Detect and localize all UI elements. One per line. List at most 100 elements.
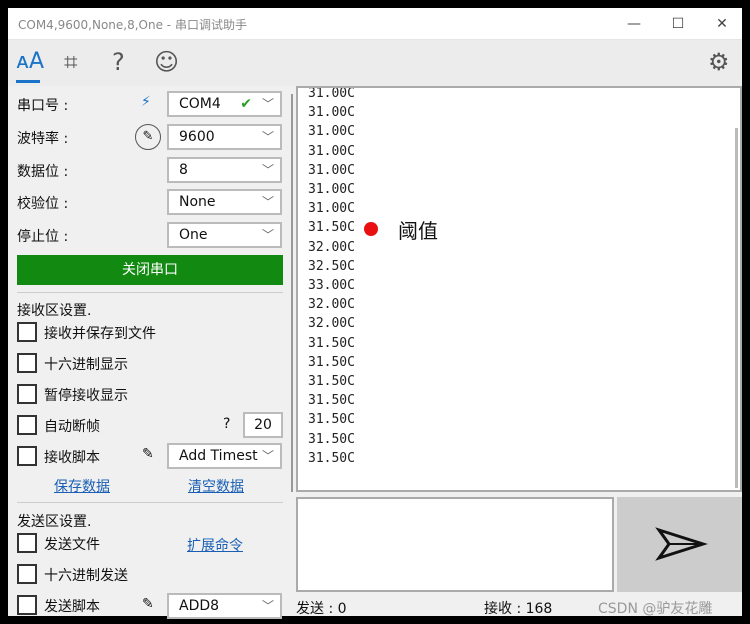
- chevron-down-icon: ﹀: [261, 228, 274, 242]
- receive-line: 31.50C: [308, 220, 355, 236]
- receive-line: 31.00C: [308, 86, 355, 101]
- receive-script-checkbox[interactable]: [17, 446, 37, 466]
- send-file-label: 发送文件: [44, 537, 100, 553]
- hex-display-checkbox[interactable]: [17, 353, 37, 373]
- send-file-checkbox[interactable]: [17, 533, 37, 553]
- receive-line: 31.00C: [308, 105, 355, 121]
- send-script-label: 发送脚本: [44, 599, 100, 615]
- receive-line: 32.00C: [308, 316, 355, 332]
- port-label: 串口号 :: [17, 98, 69, 114]
- chevron-down-icon: ﹀: [261, 163, 274, 177]
- stopbits-label: 停止位 :: [17, 229, 69, 245]
- receive-line: 31.00C: [308, 143, 355, 159]
- send-script-checkbox[interactable]: [17, 595, 37, 615]
- stopbits-select[interactable]: One ﹀: [167, 222, 282, 248]
- receive-line: 32.50C: [308, 258, 355, 274]
- stopbits-value: One: [179, 227, 208, 243]
- auto-frame-input[interactable]: 20: [243, 412, 283, 438]
- baud-select[interactable]: 9600 ﹀: [167, 124, 282, 150]
- close-window-button[interactable]: ✕: [702, 12, 742, 36]
- receive-line: 31.50C: [308, 431, 355, 447]
- hex-display-label: 十六进制显示: [44, 357, 128, 373]
- receive-area[interactable]: 31.00C 31.00C 31.00C 31.00C 31.00C 31.00C 31.0…: [296, 86, 742, 492]
- sent-count: 发送 : 0: [296, 601, 347, 617]
- clear-data-link[interactable]: 清空数据: [188, 476, 244, 496]
- baud-value: 9600: [179, 129, 215, 145]
- active-tab-indicator: [16, 80, 40, 83]
- save-to-file-label: 接收并保存到文件: [44, 326, 156, 342]
- receive-settings-title: 接收区设置.: [17, 303, 92, 319]
- chevron-down-icon: ﹀: [261, 130, 274, 144]
- send-script-select[interactable]: ADD8 ﹀: [167, 593, 282, 619]
- receive-line: 31.00C: [308, 201, 355, 217]
- send-button[interactable]: [617, 497, 742, 592]
- auto-frame-help[interactable]: ?: [223, 416, 230, 432]
- divider: [17, 502, 283, 503]
- receive-line: 31.00C: [308, 182, 355, 197]
- pause-display-label: 暂停接收显示: [44, 388, 128, 404]
- parity-value: None: [179, 194, 216, 210]
- divider: [17, 292, 283, 293]
- receive-line: 31.00C: [308, 124, 355, 140]
- pause-display-checkbox[interactable]: [17, 384, 37, 404]
- pen-icon[interactable]: ✎: [135, 124, 161, 150]
- databits-value: 8: [179, 162, 188, 178]
- chevron-down-icon: ﹀: [261, 599, 274, 613]
- auto-frame-label: 自动断帧: [44, 419, 100, 435]
- parity-label: 校验位 :: [17, 196, 69, 212]
- font-icon[interactable]: ᴀA: [16, 48, 44, 76]
- send-script-value: ADD8: [179, 598, 220, 614]
- receive-line: 31.50C: [308, 335, 355, 351]
- pen-icon[interactable]: ✎: [142, 596, 154, 612]
- chevron-down-icon: ﹀: [261, 449, 274, 463]
- threshold-annotation: 阈值: [398, 219, 438, 243]
- received-count: 接收 : 168: [484, 601, 553, 617]
- threshold-dot: [364, 222, 378, 236]
- maximize-button[interactable]: ☐: [658, 12, 698, 36]
- parity-select[interactable]: None ﹀: [167, 189, 282, 215]
- receive-line: 31.50C: [308, 450, 355, 466]
- receive-script-value: Add Timest: [179, 448, 258, 464]
- databits-select[interactable]: 8 ﹀: [167, 157, 282, 183]
- left-panel-scrollbar[interactable]: [291, 94, 293, 492]
- minimize-button[interactable]: —: [614, 12, 654, 36]
- save-to-file-checkbox[interactable]: [17, 322, 37, 342]
- hex-send-label: 十六进制发送: [44, 568, 128, 584]
- baud-label: 波特率 :: [17, 131, 69, 147]
- receive-scrollbar[interactable]: [735, 128, 738, 488]
- gear-icon[interactable]: ⚙: [708, 48, 730, 76]
- hex-send-checkbox[interactable]: [17, 564, 37, 584]
- save-data-link[interactable]: 保存数据: [54, 476, 110, 496]
- port-value: COM4: [179, 96, 221, 112]
- toolbar: ᴀA ⌗ ? ☺ ⚙: [8, 40, 742, 86]
- send-settings-title: 发送区设置.: [17, 514, 92, 530]
- receive-line: 31.50C: [308, 354, 355, 370]
- chevron-down-icon: ﹀: [261, 97, 274, 111]
- app-window: COM4,9600,None,8,One - 串口调试助手 — ☐ ✕ ᴀA ⌗…: [8, 8, 742, 619]
- close-port-button[interactable]: 关闭串口: [17, 255, 283, 285]
- receive-line: 31.50C: [308, 374, 355, 389]
- window-title: COM4,9600,None,8,One - 串口调试助手: [18, 18, 247, 32]
- send-input[interactable]: [296, 497, 614, 592]
- help-icon[interactable]: ?: [112, 48, 125, 76]
- port-select[interactable]: COM4 ✔ ﹀: [167, 91, 282, 117]
- receive-line: 31.50C: [308, 412, 355, 428]
- chevron-down-icon: ﹀: [261, 195, 274, 209]
- receive-script-label: 接收脚本: [44, 450, 100, 466]
- smiley-icon[interactable]: ☺: [154, 48, 179, 76]
- watermark: CSDN @驴友花雕: [598, 601, 713, 617]
- crop-icon[interactable]: ⌗: [64, 48, 78, 76]
- receive-line: 32.00C: [308, 297, 355, 313]
- plug-icon[interactable]: ⚡: [141, 94, 151, 110]
- expand-command-link[interactable]: 扩展命令: [187, 535, 243, 555]
- databits-label: 数据位 :: [17, 164, 69, 180]
- auto-frame-checkbox[interactable]: [17, 415, 37, 435]
- send-icon: [655, 527, 708, 561]
- receive-script-select[interactable]: Add Timest ﹀: [167, 443, 282, 469]
- title-bar: COM4,9600,None,8,One - 串口调试助手 — ☐ ✕: [8, 8, 742, 40]
- pen-icon[interactable]: ✎: [142, 446, 154, 462]
- receive-line: 31.50C: [308, 393, 355, 409]
- receive-line: 33.00C: [308, 278, 355, 293]
- check-icon: ✔: [240, 96, 252, 112]
- receive-line: 31.00C: [308, 162, 355, 178]
